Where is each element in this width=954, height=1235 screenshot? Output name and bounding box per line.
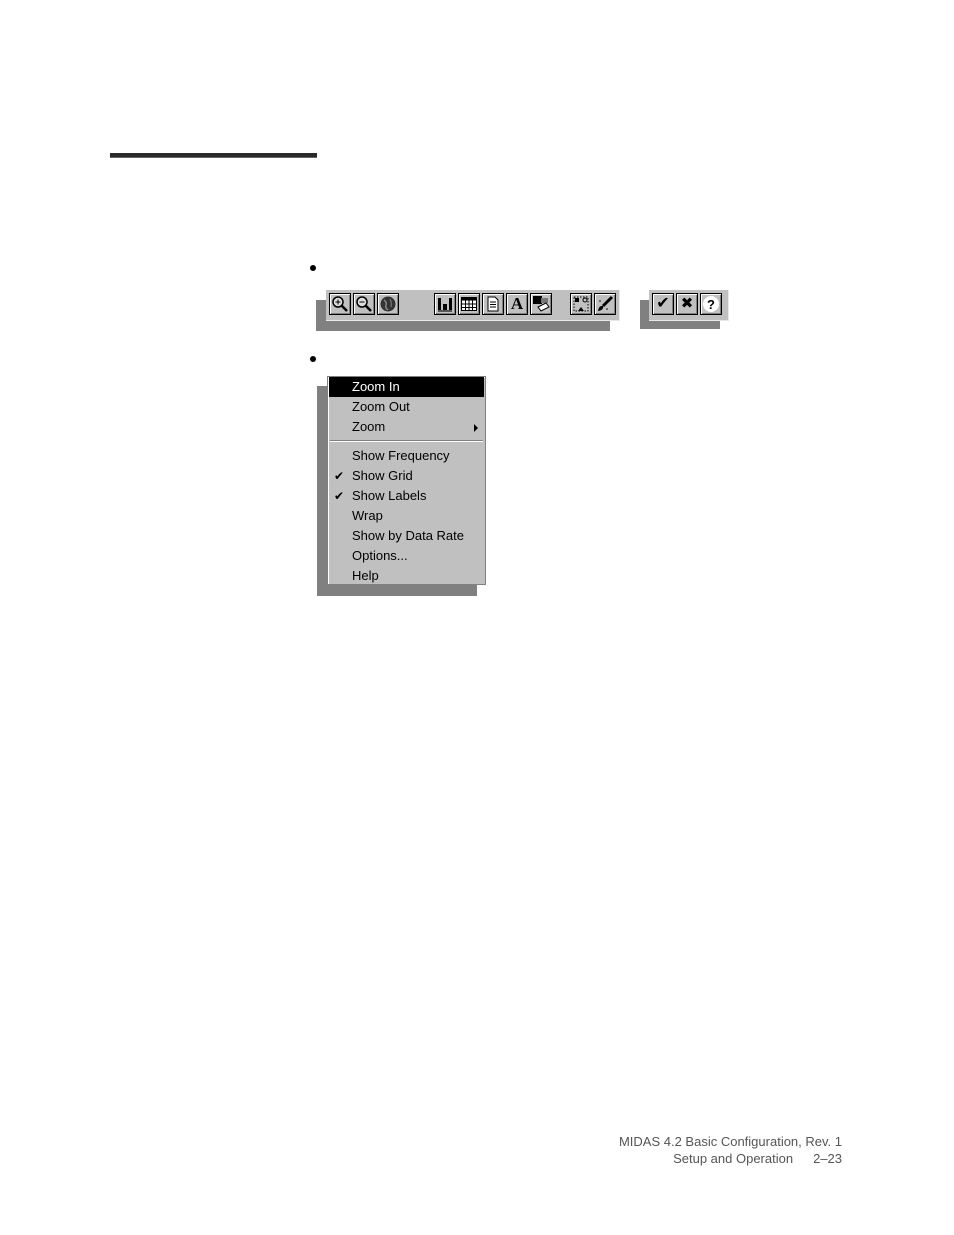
menu-item-zoom-out[interactable]: Zoom Out xyxy=(329,397,484,417)
select-area-icon xyxy=(573,296,589,312)
bar-chart-button[interactable] xyxy=(434,293,456,315)
menu-separator xyxy=(330,440,483,442)
text-a-icon: A xyxy=(510,294,524,313)
zoom-out-button[interactable] xyxy=(353,293,375,315)
menu-item-help[interactable]: Help xyxy=(329,566,484,586)
dialog-toolbar: ✔ ✖ ? xyxy=(649,290,729,321)
footer-doc-title: MIDAS 4.2 Basic Configuration, Rev. 1 xyxy=(618,1134,842,1149)
check-icon: ✔ xyxy=(656,295,670,312)
section-rule xyxy=(110,153,317,158)
paint-button[interactable] xyxy=(530,293,552,315)
bullet-menu xyxy=(310,356,316,362)
menu-item-show-frequency[interactable]: Show Frequency xyxy=(329,446,484,466)
document-button[interactable] xyxy=(482,293,504,315)
help-button[interactable]: ? xyxy=(700,293,722,315)
menu-item-show-labels[interactable]: ✔ Show Labels xyxy=(329,486,484,506)
cancel-button[interactable]: ✖ xyxy=(676,293,698,315)
globe-icon xyxy=(380,296,396,312)
page-footer: MIDAS 4.2 Basic Configuration, Rev. 1 Se… xyxy=(619,1133,842,1167)
main-toolbar: A xyxy=(326,290,620,321)
help-icon: ? xyxy=(703,296,719,312)
menu-item-show-by-data-rate[interactable]: Show by Data Rate xyxy=(329,526,484,546)
table-icon xyxy=(461,297,477,311)
text-button[interactable]: A xyxy=(506,293,528,315)
brush-icon xyxy=(598,295,614,311)
submenu-arrow-icon xyxy=(474,424,478,432)
menu-item-options[interactable]: Options... xyxy=(329,546,484,566)
footer-page-number: 2–23 xyxy=(813,1151,842,1166)
select-area-button[interactable] xyxy=(570,293,592,315)
globe-button[interactable] xyxy=(377,293,399,315)
table-button[interactable] xyxy=(458,293,480,315)
menu-item-wrap[interactable]: Wrap xyxy=(329,506,484,526)
paint-icon xyxy=(533,296,550,312)
ok-button[interactable]: ✔ xyxy=(652,293,674,315)
context-menu: Zoom In Zoom Out Zoom Show Frequency ✔ Sh… xyxy=(327,376,486,585)
menu-item-show-grid[interactable]: ✔ Show Grid xyxy=(329,466,484,486)
zoom-in-icon xyxy=(332,296,348,312)
brush-clear-button[interactable] xyxy=(594,293,616,315)
checkmark-icon: ✔ xyxy=(334,489,345,503)
zoom-out-icon xyxy=(356,296,372,312)
footer-section: Setup and Operation xyxy=(673,1151,794,1166)
x-icon: ✖ xyxy=(680,295,694,312)
zoom-in-button[interactable] xyxy=(329,293,351,315)
bullet-toolbars xyxy=(310,265,316,271)
document-icon xyxy=(487,296,499,312)
menu-item-zoom-in[interactable]: Zoom In xyxy=(329,377,484,397)
bar-chart-icon xyxy=(438,298,452,312)
menu-item-zoom[interactable]: Zoom xyxy=(329,417,484,437)
checkmark-icon: ✔ xyxy=(334,469,345,483)
